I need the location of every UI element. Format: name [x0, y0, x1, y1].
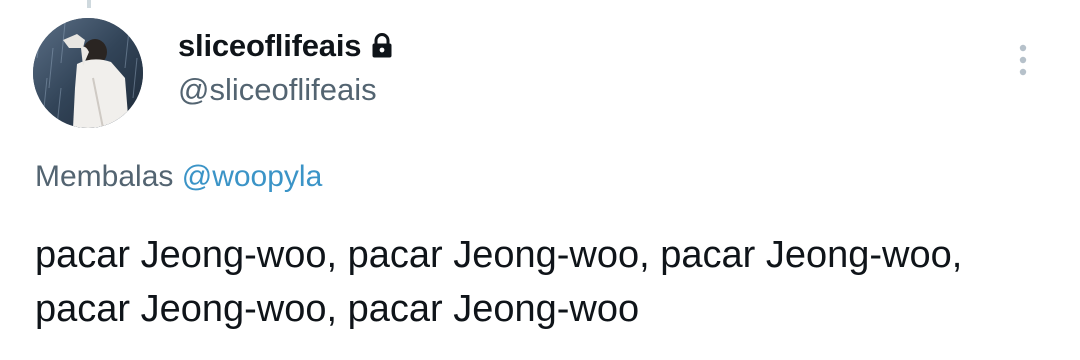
- more-vertical-icon[interactable]: [1012, 42, 1034, 82]
- lock-icon: [371, 33, 393, 59]
- tweet-text: pacar Jeong-woo, pacar Jeong-woo, pacar …: [35, 234, 963, 330]
- reply-mention-link[interactable]: @woopyla: [182, 160, 323, 193]
- user-handle[interactable]: @sliceoflifeais: [178, 72, 377, 108]
- display-name[interactable]: sliceoflifeais: [178, 28, 361, 64]
- reply-prefix: Membalas: [35, 160, 174, 193]
- reply-context: Membalas @woopyla: [35, 160, 322, 194]
- user-name-row: sliceoflifeais: [178, 26, 393, 66]
- avatar[interactable]: [33, 18, 143, 128]
- avatar-image: [33, 18, 143, 128]
- thread-connector-line: [87, 0, 91, 8]
